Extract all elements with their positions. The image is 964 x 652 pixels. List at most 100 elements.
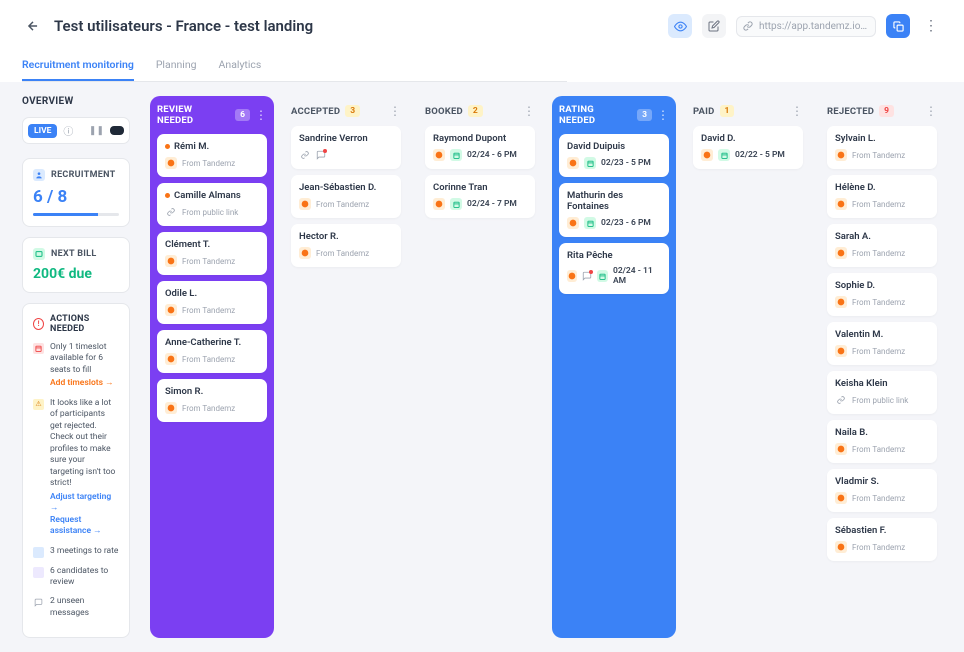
card-name: Rita Pêche xyxy=(567,250,661,261)
card-meta: From Tandemz xyxy=(165,402,259,414)
card-source: From Tandemz xyxy=(182,404,235,413)
tab-planning[interactable]: Planning xyxy=(156,50,197,81)
action-link[interactable]: Add timeslots → xyxy=(50,378,119,389)
participant-card[interactable]: Corinne Tran 02/24 - 7 PM xyxy=(425,175,535,218)
card-source: From Tandemz xyxy=(182,257,235,266)
action-text: 2 unseen messages xyxy=(50,596,119,619)
live-badge: LIVE xyxy=(28,124,57,138)
participant-card[interactable]: Mathurin des Fontaines02/23 - 6 PM xyxy=(559,183,669,237)
card-meta: From Tandemz xyxy=(299,198,393,210)
actions-block: ! ACTIONS NEEDED Only 1 timeslot availab… xyxy=(22,303,130,638)
actions-title: ACTIONS NEEDED xyxy=(50,314,119,334)
info-icon[interactable]: ⓘ xyxy=(63,123,73,138)
card-source: From Tandemz xyxy=(852,200,905,209)
card-source: From Tandemz xyxy=(852,347,905,356)
participant-card[interactable]: Hélène D. From Tandemz xyxy=(827,175,937,218)
back-button[interactable] xyxy=(22,17,44,35)
participant-card[interactable]: Rita Pêche02/24 - 11 AM xyxy=(559,243,669,294)
participant-card[interactable]: Valentin M. From Tandemz xyxy=(827,322,937,365)
card-meta: From Tandemz xyxy=(299,247,393,259)
column-more-button[interactable]: ⋮ xyxy=(925,104,937,118)
action-item: ⚠It looks like a lot of participants get… xyxy=(33,398,119,538)
card-meta: From Tandemz xyxy=(835,149,929,161)
card-name: Sandrine Verron xyxy=(299,133,393,144)
card-name: Raymond Dupont xyxy=(433,133,527,144)
participant-card[interactable]: Sylvain L.From Tandemz xyxy=(827,126,937,169)
participant-card[interactable]: Jean-Sébastien D. From Tandemz xyxy=(291,175,401,218)
participant-card[interactable]: David Duipuis02/23 - 5 PM xyxy=(559,134,669,177)
card-meta: From Tandemz xyxy=(165,255,259,267)
card-meta: From Tandemz xyxy=(165,157,259,169)
column-more-button[interactable]: ⋮ xyxy=(791,104,803,118)
card-name: Jean-Sébastien D. xyxy=(299,182,393,193)
copy-url-button[interactable] xyxy=(886,14,910,38)
tab-recruitment-monitoring[interactable]: Recruitment monitoring xyxy=(22,50,134,81)
card-date: 02/24 - 7 PM xyxy=(467,199,517,209)
column-more-button[interactable]: ⋮ xyxy=(657,108,669,122)
card-source: From public link xyxy=(182,208,238,217)
action-item: 2 unseen messages xyxy=(33,596,119,619)
participant-card[interactable]: Simon R.From Tandemz xyxy=(157,379,267,422)
card-meta: From Tandemz xyxy=(835,198,929,210)
edit-button[interactable] xyxy=(702,14,726,38)
action-text: Only 1 timeslot available for 6 seats to… xyxy=(50,342,119,376)
card-source: From Tandemz xyxy=(182,355,235,364)
card-name: Corinne Tran xyxy=(433,182,527,193)
card-source: From Tandemz xyxy=(316,200,369,209)
participant-card[interactable]: Sophie D.From Tandemz xyxy=(827,273,937,316)
preview-button[interactable] xyxy=(668,14,692,38)
participant-card[interactable]: Rémi M.From Tandemz xyxy=(157,134,267,177)
column-count: 3 xyxy=(345,105,360,117)
notification-icon xyxy=(316,150,326,160)
stop-icon[interactable] xyxy=(110,126,124,135)
card-date: 02/23 - 5 PM xyxy=(601,158,651,168)
calendar-icon xyxy=(597,270,607,282)
recruitment-progress xyxy=(33,213,119,216)
source-icon xyxy=(835,149,847,161)
header-more-button[interactable]: ⋮ xyxy=(920,16,942,36)
column-title: BOOKED xyxy=(425,106,463,117)
participant-card[interactable]: David D.02/22 - 5 PM xyxy=(693,126,803,169)
card-meta: From Tandemz xyxy=(835,492,929,504)
url-text: https://app.tandemz.io/5sec/abcd... xyxy=(759,21,869,32)
card-source: From Tandemz xyxy=(852,151,905,160)
column-paid: PAID1⋮David D.02/22 - 5 PM xyxy=(686,96,810,638)
action-item: Only 1 timeslot available for 6 seats to… xyxy=(33,342,119,390)
card-source: From public link xyxy=(852,396,908,405)
card-name: Hélène D. xyxy=(835,182,929,193)
card-meta: From Tandemz xyxy=(165,304,259,316)
source-icon xyxy=(835,394,847,406)
participant-card[interactable]: Naila B.From Tandemz xyxy=(827,420,937,463)
participant-card[interactable]: Sarah A.From Tandemz xyxy=(827,224,937,267)
calendar-icon xyxy=(584,157,596,169)
source-icon xyxy=(299,149,311,161)
participant-card[interactable]: Sandrine Verron xyxy=(291,126,401,169)
column-more-button[interactable]: ⋮ xyxy=(523,104,535,118)
pause-icon[interactable]: ❚❚ xyxy=(89,126,104,136)
action-link[interactable]: Adjust targeting → xyxy=(50,492,119,515)
column-accepted: ACCEPTED3⋮Sandrine VerronJean-Sébastien … xyxy=(284,96,408,638)
tab-analytics[interactable]: Analytics xyxy=(219,50,262,81)
next-bill-block: NEXT BILL 200€ due xyxy=(22,237,130,293)
participant-card[interactable]: Keisha KleinFrom public link xyxy=(827,371,937,414)
participant-card[interactable]: Hector R. From Tandemz xyxy=(291,224,401,267)
card-name: Valentin M. xyxy=(835,329,929,340)
column-more-button[interactable]: ⋮ xyxy=(255,108,267,122)
bill-icon xyxy=(33,248,45,260)
participant-card[interactable]: Odile L.From Tandemz xyxy=(157,281,267,324)
participant-card[interactable]: Clément T.From Tandemz xyxy=(157,232,267,275)
calendar-icon xyxy=(584,217,596,229)
source-icon xyxy=(835,541,847,553)
participant-card[interactable]: Raymond Dupont02/24 - 6 PM xyxy=(425,126,535,169)
participant-card[interactable]: Anne-Catherine T.From Tandemz xyxy=(157,330,267,373)
column-more-button[interactable]: ⋮ xyxy=(389,104,401,118)
card-name: Sébastien F. xyxy=(835,525,929,536)
participant-card[interactable]: Camille AlmansFrom public link xyxy=(157,183,267,226)
participant-card[interactable]: Vladmir S.From Tandemz xyxy=(827,469,937,512)
card-name: Hector R. xyxy=(299,231,393,242)
source-icon xyxy=(835,345,847,357)
action-icon xyxy=(33,547,44,558)
participant-card[interactable]: Sébastien F.From Tandemz xyxy=(827,518,937,561)
action-link[interactable]: Request assistance → xyxy=(50,515,119,538)
source-icon xyxy=(299,247,311,259)
